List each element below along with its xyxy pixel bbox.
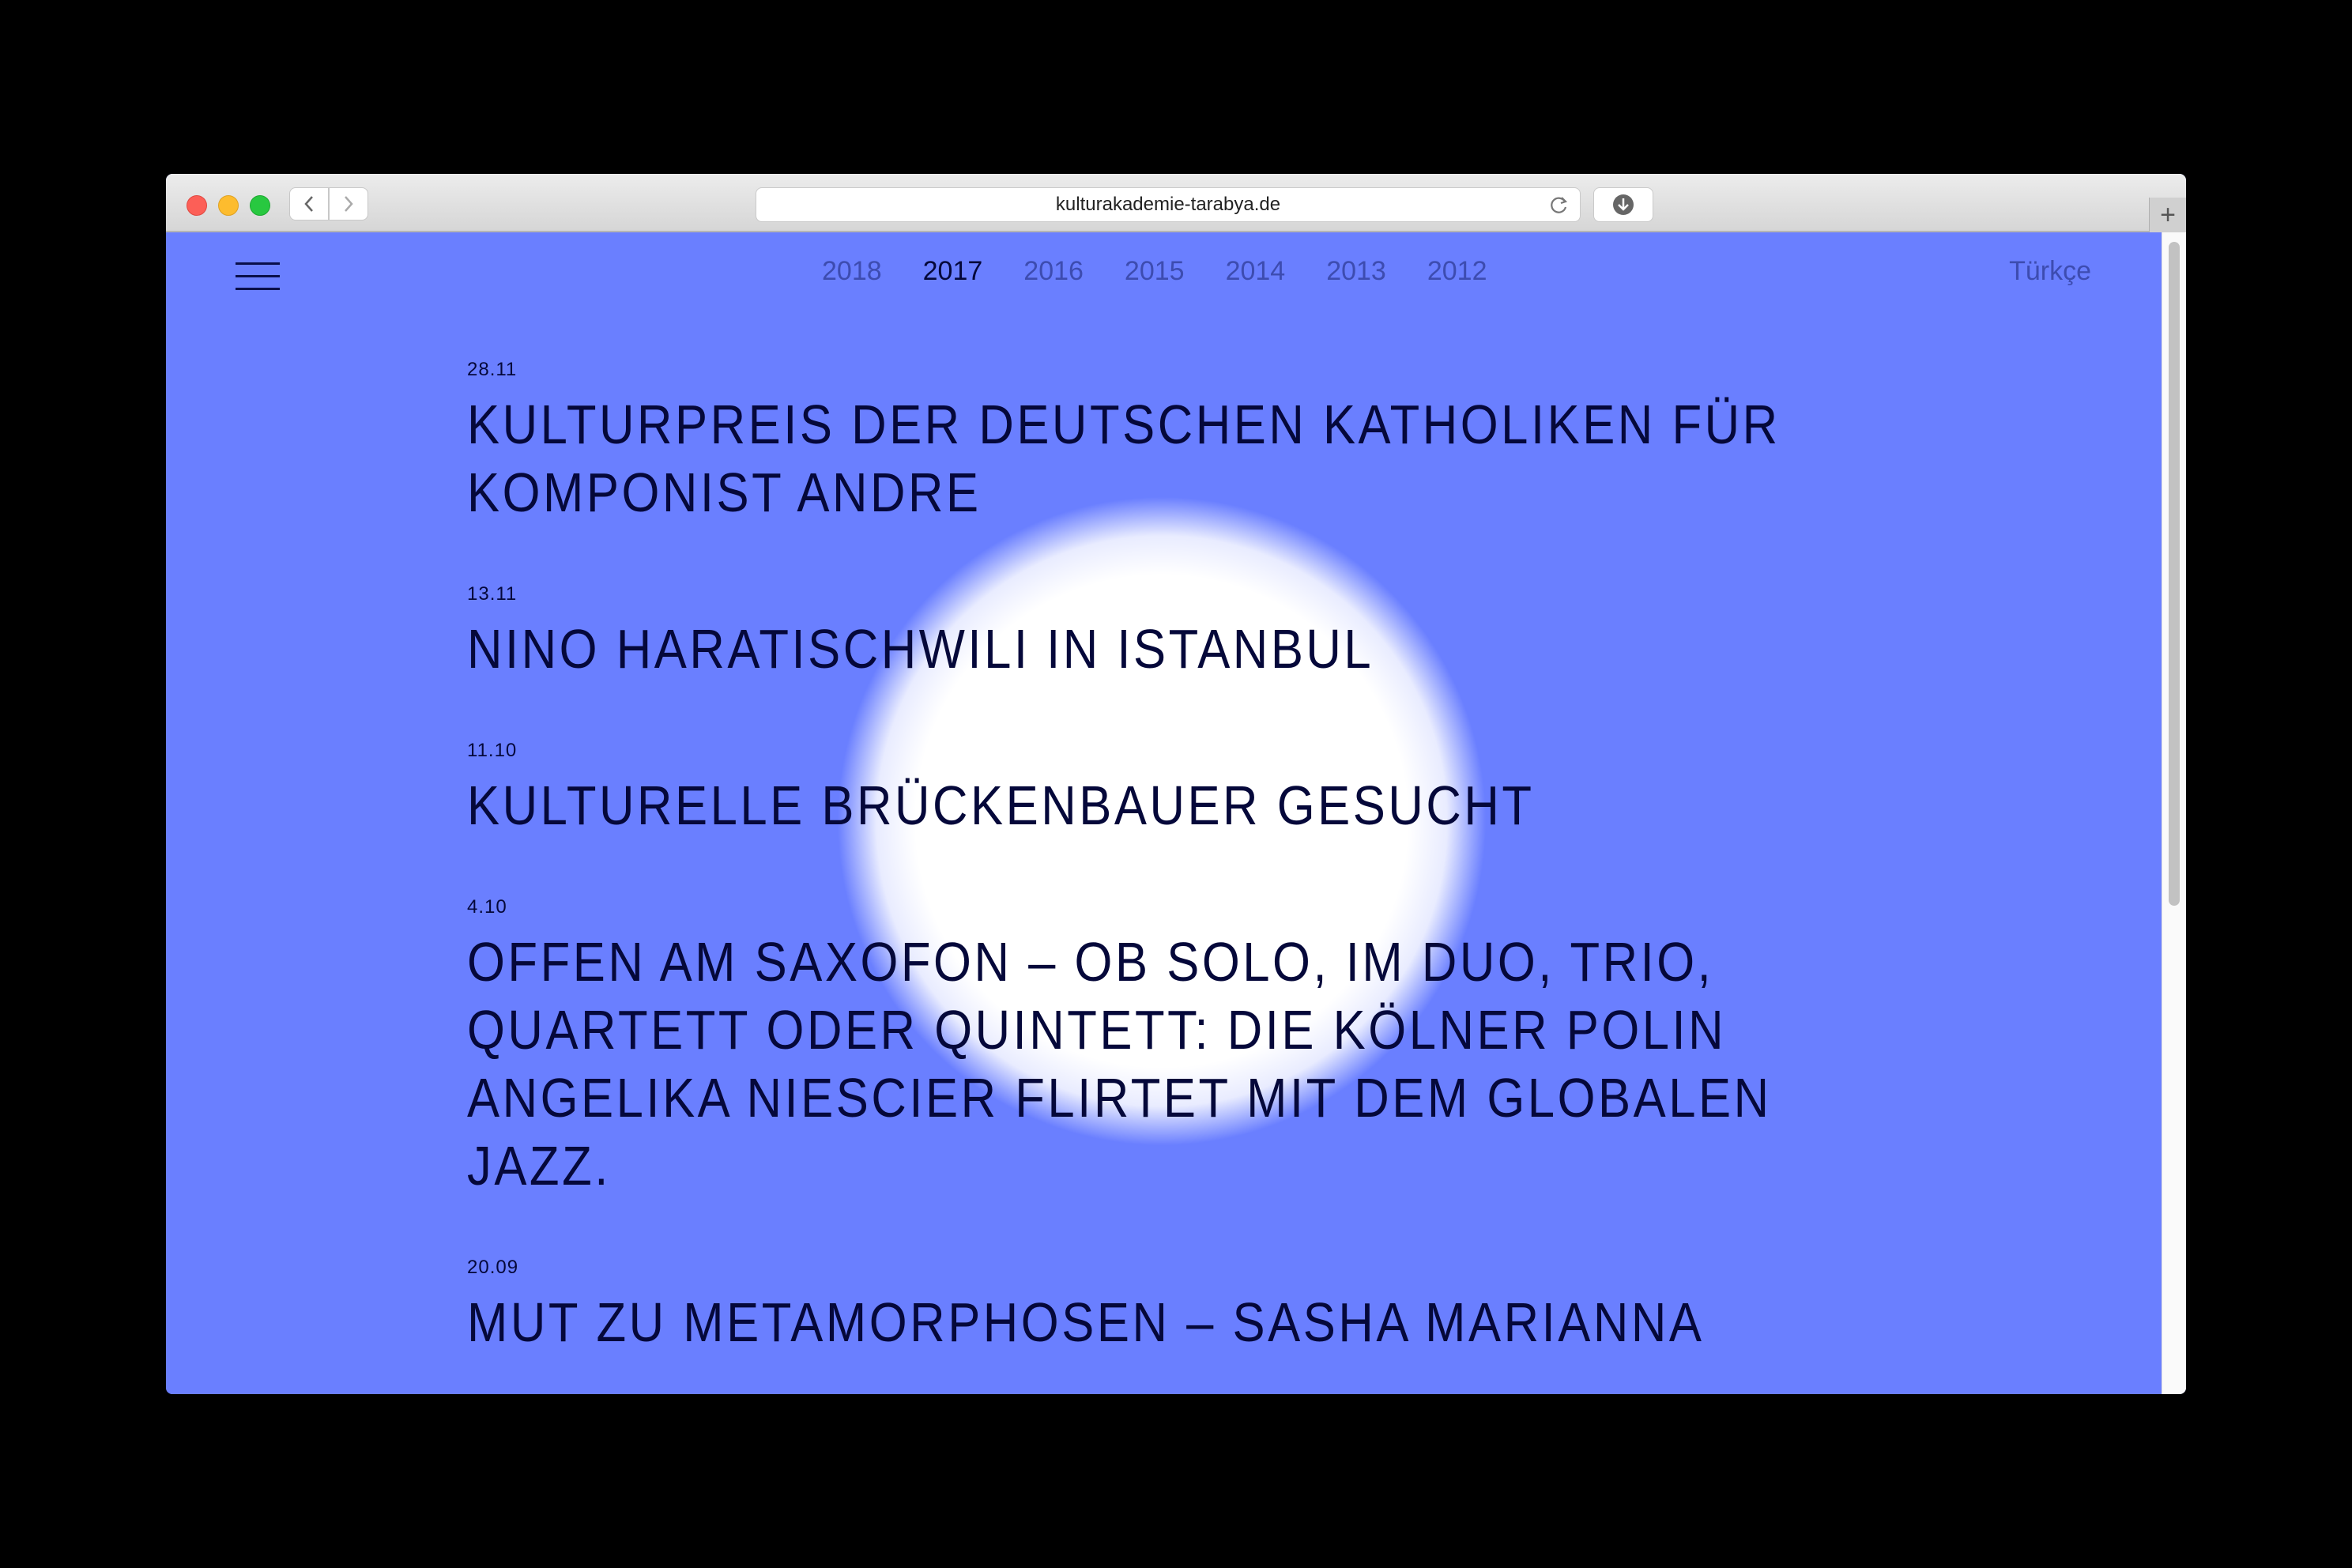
scrollbar[interactable] (2162, 232, 2186, 1394)
year-navigation: 2018 2017 2016 2015 2014 2013 2012 (822, 256, 1528, 287)
list-item[interactable]: 28.11 Kulturpreis der deutschen Katholik… (467, 359, 1890, 526)
back-arrow-icon (304, 196, 313, 212)
language-switch[interactable]: Türkçe (2009, 256, 2091, 287)
address-bar[interactable]: kulturakademie-tarabya.de (756, 187, 1581, 222)
page-content: 2018 2017 2016 2015 2014 2013 2012 Türkç… (166, 232, 2162, 1394)
downloads-button[interactable] (1593, 187, 1653, 222)
year-link-2015[interactable]: 2015 (1125, 256, 1185, 287)
menu-icon[interactable] (236, 262, 280, 291)
plus-icon: + (2160, 199, 2176, 230)
list-item[interactable]: 13.11 Nino Haratischwili in Istanbul (467, 583, 1890, 683)
reload-icon[interactable] (1548, 194, 1570, 217)
item-title[interactable]: Nino Haratischwili in Istanbul (467, 615, 1823, 683)
forward-button[interactable] (329, 187, 368, 220)
item-date: 11.10 (467, 740, 518, 761)
year-link-2016[interactable]: 2016 (1023, 256, 1084, 287)
item-title[interactable]: Offen am Saxofon – ob solo, im Duo, Trio… (467, 928, 1823, 1200)
year-link-2018[interactable]: 2018 (822, 256, 882, 287)
item-date: 28.11 (467, 359, 518, 380)
back-button[interactable] (289, 187, 329, 220)
item-date: 4.10 (467, 896, 507, 918)
minimize-window-button[interactable] (218, 195, 239, 216)
close-window-button[interactable] (187, 195, 207, 216)
year-link-2017[interactable]: 2017 (923, 256, 983, 287)
browser-window: kulturakademie-tarabya.de + 2018 2017 20… (166, 174, 2186, 1394)
list-item[interactable]: 11.10 Kulturelle Brückenbauer gesucht (467, 740, 1890, 839)
list-item[interactable]: 4.10 Offen am Saxofon – ob solo, im Duo,… (467, 896, 1890, 1200)
list-item[interactable]: 20.09 Mut zu Metamorphosen – Sasha Maria… (467, 1257, 1890, 1356)
zoom-window-button[interactable] (250, 195, 270, 216)
news-list: 28.11 Kulturpreis der deutschen Katholik… (467, 359, 1890, 1394)
item-title[interactable]: Mut zu Metamorphosen – Sasha Marianna (467, 1288, 1823, 1356)
url-text: kulturakademie-tarabya.de (1055, 194, 1281, 215)
download-icon (1613, 194, 1634, 215)
year-link-2014[interactable]: 2014 (1226, 256, 1286, 287)
year-link-2012[interactable]: 2012 (1427, 256, 1487, 287)
item-title[interactable]: Kulturelle Brückenbauer gesucht (467, 771, 1823, 839)
forward-arrow-icon (345, 196, 353, 212)
item-date: 13.11 (467, 583, 518, 605)
title-bar: kulturakademie-tarabya.de + (166, 174, 2186, 232)
item-title[interactable]: Kulturpreis der deutschen Katholiken für… (467, 390, 1823, 526)
scrollbar-thumb[interactable] (2169, 242, 2180, 906)
item-date: 20.09 (467, 1257, 519, 1278)
year-link-2013[interactable]: 2013 (1326, 256, 1386, 287)
new-tab-button[interactable]: + (2149, 198, 2186, 232)
